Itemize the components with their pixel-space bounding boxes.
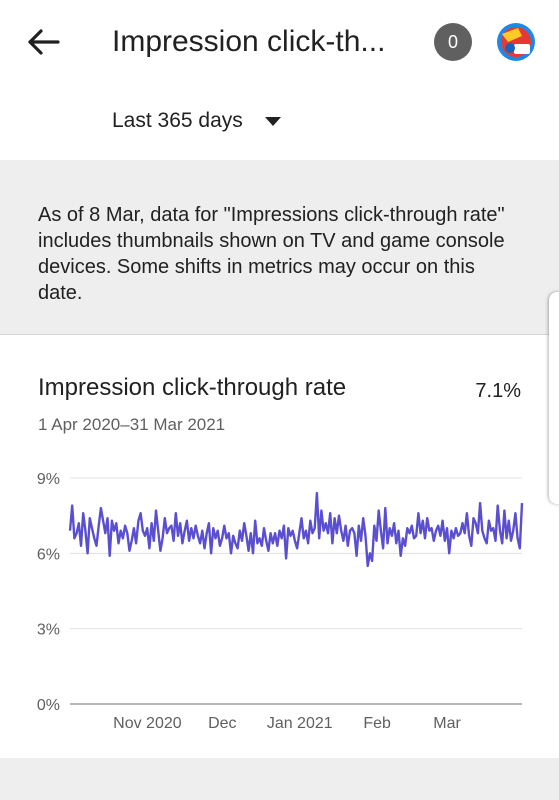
ctr-series-line (68, 491, 524, 568)
y-tick-label: 9% (37, 471, 60, 488)
y-tick-label: 6% (37, 546, 60, 563)
y-tick-label: 3% (37, 622, 60, 639)
notification-count-badge[interactable]: 0 (434, 23, 472, 61)
dropdown-caret-icon (264, 116, 281, 126)
notice-text: As of 8 Mar, data for "Impressions click… (38, 204, 505, 304)
page-title: Impression click-th... (112, 25, 386, 58)
footer-strip (0, 758, 559, 800)
x-tick-label: Mar (433, 715, 461, 732)
metrics-notice-banner: As of 8 Mar, data for "Impressions click… (0, 160, 559, 335)
app-bar: Impression click-th... 0 (0, 0, 559, 86)
chart-card-title: Impression click-through rate (38, 374, 347, 401)
x-tick-label: Feb (363, 715, 391, 732)
channel-avatar[interactable] (496, 22, 536, 62)
x-tick-label: Dec (208, 715, 236, 732)
x-tick-label: Jan 2021 (267, 715, 333, 732)
period-label: Last 365 days (112, 109, 243, 132)
x-tick-label: Nov 2020 (113, 715, 182, 732)
back-arrow-icon[interactable] (26, 26, 62, 58)
ctr-line-chart: 0% 3% 6% 9% Nov 2020 Dec Jan 2021 Feb Mar (37, 471, 524, 732)
date-range: 1 Apr 2020–31 Mar 2021 (38, 415, 226, 434)
metric-value: 7.1% (475, 380, 521, 402)
period-dropdown[interactable]: Last 365 days (112, 103, 281, 139)
y-tick-label: 0% (37, 697, 60, 714)
